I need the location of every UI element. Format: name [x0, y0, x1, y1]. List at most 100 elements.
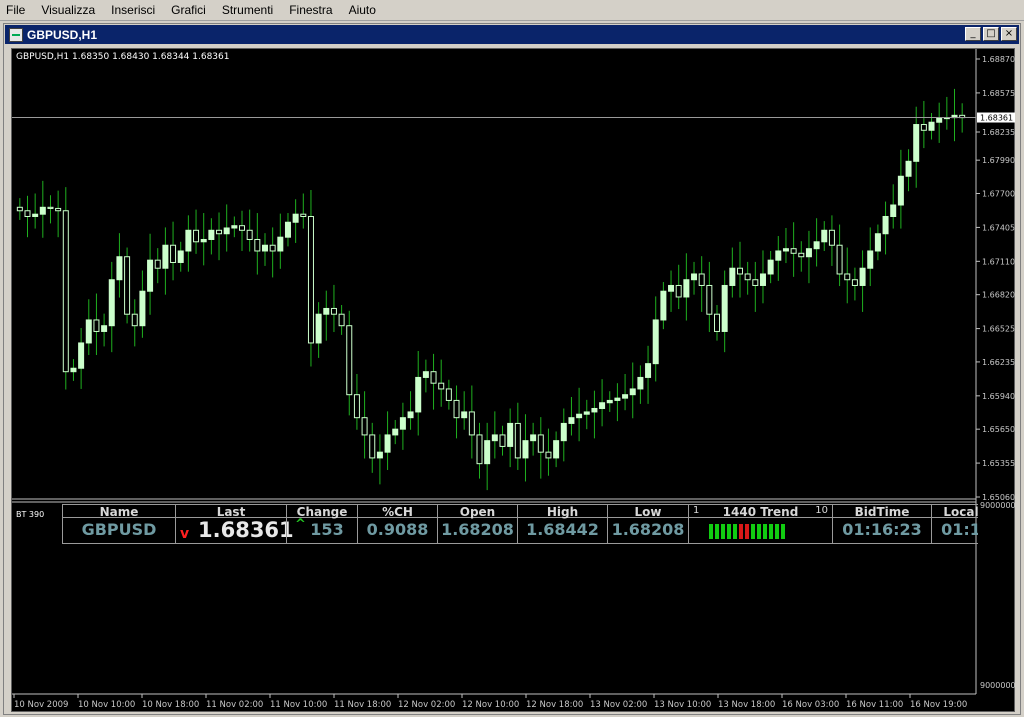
candle-bearish [346, 325, 353, 396]
ticker-header-bidtime: BidTime [833, 504, 931, 519]
menu-tools[interactable]: Strumenti [216, 3, 273, 17]
ticker-value-open: 1.68208 [441, 520, 514, 539]
candle-bearish [239, 225, 246, 231]
candle-bearish [193, 229, 200, 243]
candle-bullish [108, 279, 115, 327]
price-tick-label: 1.65940 [982, 392, 1015, 401]
ticker-value-pct: 0.9088 [366, 520, 429, 539]
candle-bearish [24, 210, 31, 217]
ticker-value-low: 1.68208 [611, 520, 685, 539]
price-tick-label: 1.68870 [982, 55, 1015, 64]
time-tick-label: 13 Nov 02:00 [590, 700, 647, 710]
price-tick-label: 1.66820 [982, 291, 1015, 300]
candle-bearish [714, 313, 721, 332]
ticker-col-change: Change ^ 153 [286, 504, 358, 544]
candle-bullish [392, 428, 399, 436]
ticker-value-last: 1.68361 [198, 518, 294, 542]
candle-bearish [430, 371, 437, 384]
candle-bullish [139, 290, 146, 327]
trend-bar [775, 524, 779, 539]
candle-bullish [484, 440, 491, 465]
candle-bullish [231, 225, 238, 229]
price-tick-label: 1.66235 [982, 358, 1015, 367]
candle-bearish [269, 244, 276, 252]
candle-bullish [39, 206, 46, 215]
ticker-col-trend: 1440 Trend 1 10 [688, 504, 833, 544]
candle-bullish [668, 284, 675, 292]
candle-bullish [208, 229, 215, 240]
time-tick-label: 12 Nov 02:00 [398, 700, 455, 710]
candle-bearish [453, 399, 460, 419]
candle-bullish [691, 273, 698, 281]
candle-bullish [821, 229, 828, 243]
candle-bearish [338, 313, 345, 327]
ticker-header-name: Name [63, 504, 175, 519]
candle-bullish [813, 241, 820, 250]
candle-bullish [882, 215, 889, 235]
trend-bar [745, 524, 749, 539]
candle-bullish [522, 440, 529, 459]
time-tick-label: 12 Nov 10:00 [462, 700, 519, 710]
candle-bearish [445, 388, 452, 401]
candle-bearish [476, 434, 483, 465]
candle-bullish [185, 229, 192, 252]
candle-bullish [759, 273, 766, 286]
menu-file[interactable]: File [0, 3, 25, 17]
candle-bullish [629, 388, 636, 396]
sub-axis-bottom-label: 9000000 [980, 681, 1016, 690]
time-tick-label: 10 Nov 10:00 [78, 700, 135, 710]
price-tick-label: 1.67110 [982, 257, 1015, 266]
ticker-header-change: Change [287, 504, 357, 519]
minimize-button[interactable]: _ [965, 27, 981, 41]
menu-view[interactable]: Visualizza [35, 3, 95, 17]
trend-bar [751, 524, 755, 539]
candle-bearish [131, 313, 138, 327]
candle-bullish [284, 221, 291, 238]
candle-bullish [415, 376, 422, 413]
candle-bullish [614, 397, 621, 401]
candle-bullish [261, 244, 268, 252]
down-arrow-icon: v [180, 526, 190, 542]
candle-bearish [246, 229, 253, 240]
ticker-panel: Name GBPUSD Last v 1.68361 Change ^ 153 … [62, 504, 978, 544]
chart-area[interactable]: 1.68870 1.68575 1.68235 1.67990 1.67700 1.674… [11, 48, 1016, 712]
candle-bullish [645, 363, 652, 378]
subwindow-label: BT 390 [16, 510, 45, 519]
trend-bar [769, 524, 773, 539]
sub-axis-top-label: 9000000 [980, 501, 1016, 510]
candle-bullish [905, 160, 912, 177]
candle-bullish [874, 233, 881, 252]
candle-bullish [591, 407, 598, 413]
menu-help[interactable]: Aiuto [343, 3, 376, 17]
candle-bearish [154, 259, 161, 269]
time-tick-label: 12 Nov 18:00 [526, 700, 583, 710]
candle-bearish [93, 319, 100, 332]
candle-bearish [369, 434, 376, 459]
menu-charts[interactable]: Grafici [165, 3, 206, 17]
chart-window-titlebar[interactable]: GBPUSD,H1 _ □ × [5, 25, 1019, 44]
candle-bearish [438, 382, 445, 390]
candle-bullish [32, 213, 39, 217]
candle-bullish [775, 250, 782, 261]
trend-bar [727, 524, 731, 539]
price-tick-label: 1.65355 [982, 459, 1015, 468]
candle-bullish [652, 319, 659, 365]
time-tick-label: 16 Nov 19:00 [910, 700, 967, 710]
trend-bar [709, 524, 713, 539]
candle-bullish [897, 175, 904, 206]
menu-window[interactable]: Finestra [283, 3, 332, 17]
candle-bullish [491, 434, 498, 442]
ticker-value-change: 153 [310, 520, 344, 539]
menu-insert[interactable]: Inserisci [105, 3, 155, 17]
price-tick-label: 1.66525 [982, 325, 1015, 334]
close-button[interactable]: × [1001, 27, 1017, 41]
menu-bar: File Visualizza Inserisci Grafici Strume… [0, 0, 1024, 21]
restore-button[interactable]: □ [983, 27, 999, 41]
candle-bearish [124, 256, 131, 315]
trend-bar [739, 524, 743, 539]
candle-bearish [361, 417, 368, 436]
ticker-value-bidtime: 01:16:23 [842, 520, 922, 539]
candle-bullish [568, 417, 575, 424]
trend-bar [757, 524, 761, 539]
time-tick-label: 13 Nov 18:00 [718, 700, 775, 710]
